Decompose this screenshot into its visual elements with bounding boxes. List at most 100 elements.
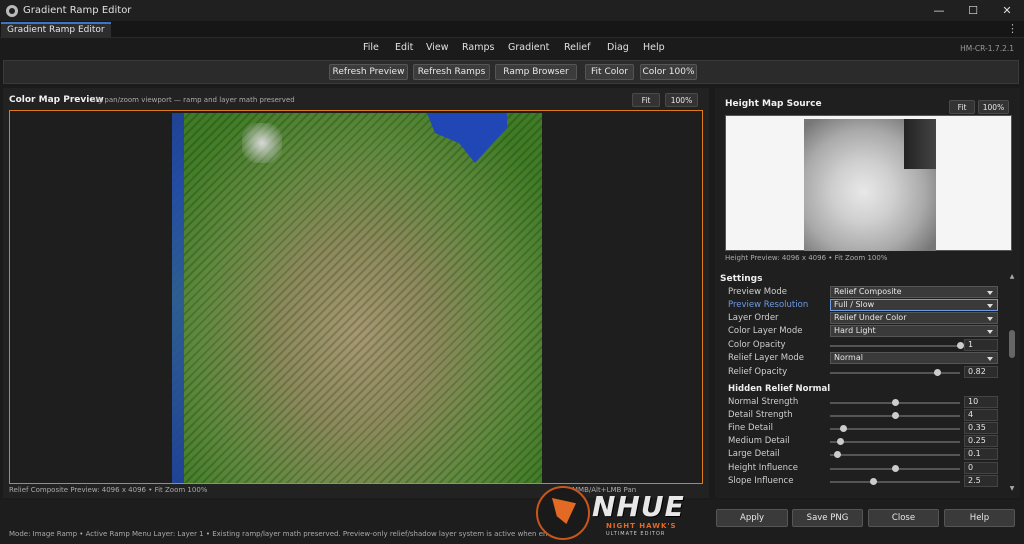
large-detail-label: Large Detail: [728, 449, 780, 459]
slider-knob[interactable]: [892, 399, 899, 406]
color-opacity-row: Color Opacity 1: [728, 339, 1006, 352]
menu-help[interactable]: Help: [643, 42, 665, 53]
detail-strength-value[interactable]: 4: [964, 409, 998, 421]
slider-knob[interactable]: [892, 465, 899, 472]
color-layer-mode-label: Color Layer Mode: [728, 326, 803, 336]
preview-mode-label: Preview Mode: [728, 287, 787, 297]
slider-knob[interactable]: [833, 451, 841, 458]
close-window-button[interactable]: ✕: [990, 0, 1024, 21]
chevron-down-icon: [987, 304, 993, 308]
color-map-viewport[interactable]: [9, 110, 703, 484]
apply-button[interactable]: Apply: [716, 509, 788, 527]
medium-detail-label: Medium Detail: [728, 436, 790, 446]
detail-strength-slider[interactable]: [830, 412, 960, 419]
menu-gradient[interactable]: Gradient: [508, 42, 549, 53]
slope-influence-row: Slope Influence 2.5: [728, 475, 1006, 488]
slider-knob[interactable]: [957, 342, 964, 349]
refresh-ramps-button[interactable]: Refresh Ramps: [413, 64, 490, 80]
close-button[interactable]: Close: [868, 509, 939, 527]
height-map-image: [804, 119, 936, 251]
tab-bar: Gradient Ramp Editor ⋮: [0, 21, 1024, 38]
menu-bar: File Edit View Ramps Gradient Relief Dia…: [0, 38, 1024, 58]
preview-mode-row: Preview Mode Relief Composite: [728, 286, 1006, 299]
slider-knob[interactable]: [869, 478, 877, 485]
height-influence-row: Height Influence 0: [728, 462, 1006, 475]
color-fit-button[interactable]: Fit: [632, 93, 660, 107]
relief-layer-mode-select[interactable]: Normal: [830, 352, 998, 364]
large-detail-slider[interactable]: [830, 451, 960, 458]
height-fit-button[interactable]: Fit: [949, 100, 975, 114]
scrollbar-thumb[interactable]: [1009, 330, 1015, 358]
height-influence-label: Height Influence: [728, 463, 798, 473]
layer-order-select[interactable]: Relief Under Color: [830, 312, 998, 324]
menu-diag[interactable]: Diag: [607, 42, 629, 53]
snow-peak: [242, 123, 282, 163]
slider-knob[interactable]: [892, 412, 899, 419]
normal-strength-value[interactable]: 10: [964, 396, 998, 408]
preview-mode-value: Relief Composite: [834, 287, 902, 296]
color-layer-mode-select[interactable]: Hard Light: [830, 325, 998, 337]
terrain-color-map: [172, 113, 542, 483]
save-png-button[interactable]: Save PNG: [792, 509, 863, 527]
menu-view[interactable]: View: [426, 42, 449, 53]
color-layer-mode-row: Color Layer Mode Hard Light: [728, 325, 1006, 338]
more-options-icon[interactable]: ⋮: [1007, 22, 1018, 35]
menu-relief[interactable]: Relief: [564, 42, 591, 53]
color-opacity-label: Color Opacity: [728, 340, 786, 350]
color-opacity-value[interactable]: 1: [964, 339, 998, 351]
fine-detail-label: Fine Detail: [728, 423, 773, 433]
relief-opacity-slider[interactable]: [830, 369, 960, 376]
chevron-down-icon: [987, 357, 993, 361]
refresh-preview-button[interactable]: Refresh Preview: [329, 64, 408, 80]
color-opacity-slider[interactable]: [830, 342, 964, 349]
menu-ramps[interactable]: Ramps: [462, 42, 494, 53]
height-100-button[interactable]: 100%: [978, 100, 1009, 114]
normal-strength-slider[interactable]: [830, 399, 960, 406]
color-100-zoom-button[interactable]: 100%: [665, 93, 698, 107]
scroll-down-icon[interactable]: ▼: [1008, 486, 1016, 492]
layer-order-value: Relief Under Color: [834, 313, 907, 322]
slope-influence-label: Slope Influence: [728, 476, 794, 486]
scroll-up-icon[interactable]: ▲: [1008, 274, 1016, 280]
large-detail-row: Large Detail 0.1: [728, 448, 1006, 461]
height-influence-value[interactable]: 0: [964, 462, 998, 474]
large-detail-value[interactable]: 0.1: [964, 448, 998, 460]
fine-detail-value[interactable]: 0.35: [964, 422, 998, 434]
normal-strength-label: Normal Strength: [728, 397, 799, 407]
settings-scrollbar[interactable]: ▲ ▼: [1008, 274, 1016, 492]
menu-file[interactable]: File: [363, 42, 379, 53]
slope-influence-slider[interactable]: [830, 478, 960, 485]
preview-resolution-select[interactable]: Full / Slow: [830, 299, 998, 311]
color-map-subtitle: Big pan/zoom viewport — ramp and layer m…: [91, 96, 295, 104]
color-100-button[interactable]: Color 100%: [640, 64, 697, 80]
height-influence-slider[interactable]: [830, 465, 960, 472]
medium-detail-slider[interactable]: [830, 438, 960, 445]
fit-color-button[interactable]: Fit Color: [585, 64, 634, 80]
window-title: Gradient Ramp Editor: [23, 5, 132, 16]
color-map-status: Relief Composite Preview: 4096 x 4096 • …: [9, 486, 208, 494]
tab-gradient-ramp-editor[interactable]: Gradient Ramp Editor: [1, 22, 111, 38]
ramp-browser-button[interactable]: Ramp Browser: [495, 64, 577, 80]
color-layer-mode-value: Hard Light: [834, 326, 876, 335]
hidden-relief-title: Hidden Relief Normal: [728, 384, 831, 394]
height-map-viewport[interactable]: [725, 115, 1012, 251]
chevron-down-icon: [987, 291, 993, 295]
detail-strength-label: Detail Strength: [728, 410, 793, 420]
layer-order-label: Layer Order: [728, 313, 779, 323]
chevron-down-icon: [987, 330, 993, 334]
fine-detail-slider[interactable]: [830, 425, 960, 432]
slider-knob[interactable]: [837, 438, 845, 445]
preview-mode-select[interactable]: Relief Composite: [830, 286, 998, 298]
menu-edit[interactable]: Edit: [395, 42, 413, 53]
color-map-panel: Color Map Preview Big pan/zoom viewport …: [3, 88, 709, 498]
medium-detail-value[interactable]: 0.25: [964, 435, 998, 447]
slope-influence-value[interactable]: 2.5: [964, 475, 998, 487]
preview-resolution-value: Full / Slow: [834, 300, 875, 309]
slider-knob[interactable]: [840, 425, 847, 432]
slider-knob[interactable]: [933, 369, 941, 376]
minimize-button[interactable]: —: [922, 0, 956, 21]
help-button[interactable]: Help: [944, 509, 1015, 527]
relief-opacity-value[interactable]: 0.82: [964, 366, 998, 378]
app-icon: [6, 4, 18, 17]
maximize-button[interactable]: ☐: [956, 0, 990, 21]
